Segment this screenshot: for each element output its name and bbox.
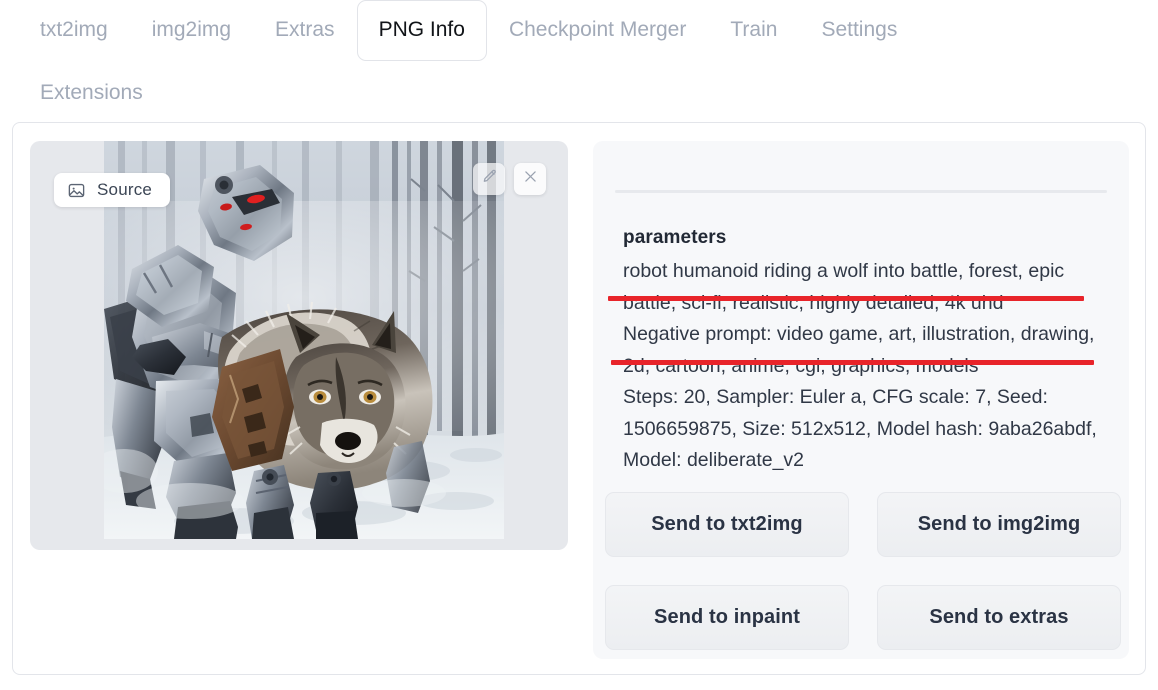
- edit-image-button[interactable]: [473, 163, 505, 195]
- image-icon: [67, 181, 86, 200]
- image-action-buttons: [473, 163, 546, 195]
- send-button-grid: Send to txt2img Send to img2img Send to …: [605, 492, 1121, 650]
- png-info-content-frame: Source parameters robot humanoid riding …: [12, 122, 1146, 675]
- tab-settings[interactable]: Settings: [799, 0, 919, 61]
- tab-bar-row-2: Extensions: [18, 63, 1140, 124]
- highlight-underline-negative-prompt: [611, 360, 1094, 365]
- tab-extras[interactable]: Extras: [253, 0, 357, 61]
- source-image-panel[interactable]: Source: [30, 141, 568, 550]
- source-badge: Source: [54, 173, 171, 207]
- close-image-button[interactable]: [514, 163, 546, 195]
- source-badge-label: Source: [97, 180, 153, 199]
- parameters-block[interactable]: parameters robot humanoid riding a wolf …: [623, 227, 1111, 477]
- send-to-inpaint-button[interactable]: Send to inpaint: [605, 585, 849, 650]
- highlight-underline-prompt: [608, 296, 1084, 301]
- send-to-extras-button[interactable]: Send to extras: [877, 585, 1121, 650]
- tab-png-info[interactable]: PNG Info: [356, 0, 487, 62]
- send-to-img2img-button[interactable]: Send to img2img: [877, 492, 1121, 557]
- send-to-txt2img-button[interactable]: Send to txt2img: [605, 492, 849, 557]
- parameters-title: parameters: [623, 227, 727, 248]
- pencil-icon: [481, 168, 498, 190]
- tab-img2img[interactable]: img2img: [130, 0, 253, 61]
- tab-extensions[interactable]: Extensions: [18, 63, 165, 124]
- tab-train[interactable]: Train: [708, 0, 799, 61]
- tab-bar: txt2img img2img Extras PNG Info Checkpoi…: [0, 0, 1158, 124]
- close-icon: [522, 168, 539, 190]
- tab-checkpoint-merger[interactable]: Checkpoint Merger: [487, 0, 708, 61]
- tab-txt2img[interactable]: txt2img: [18, 0, 130, 61]
- panel-divider: [615, 190, 1107, 193]
- parameters-text: robot humanoid riding a wolf into battle…: [623, 260, 1097, 471]
